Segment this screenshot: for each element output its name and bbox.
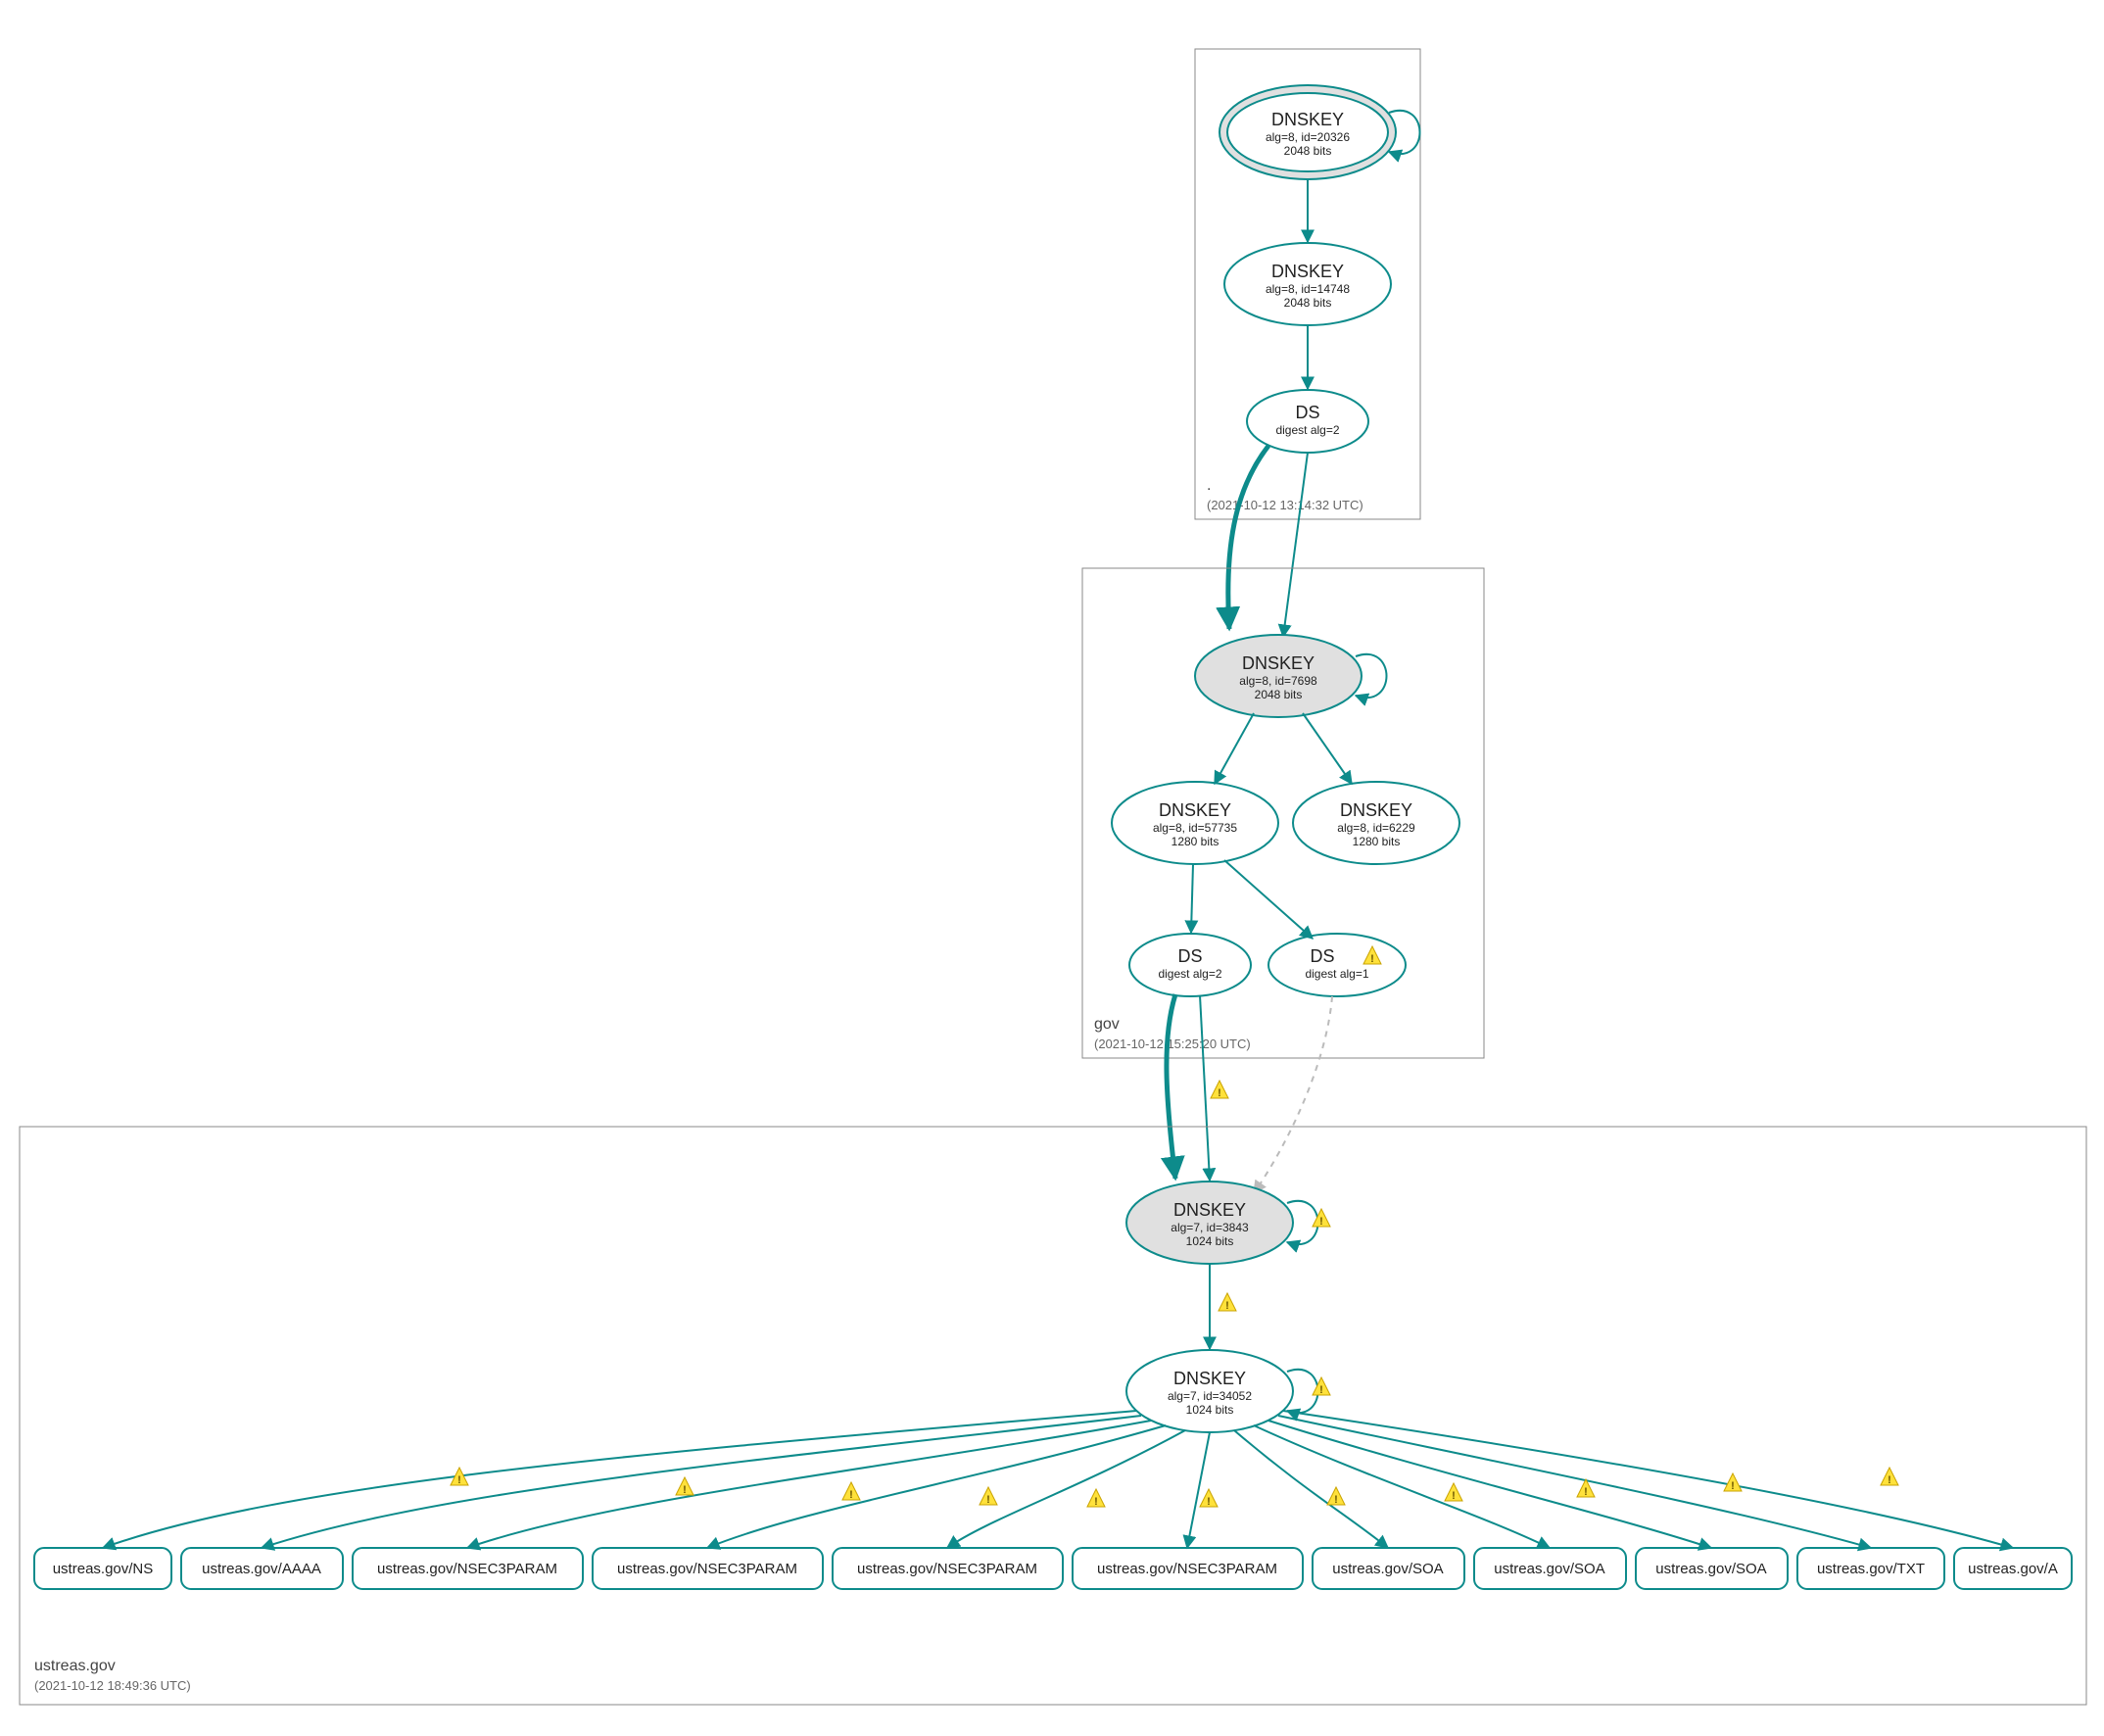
rrset-box: ustreas.gov/A xyxy=(1954,1548,2072,1589)
svg-text:1024 bits: 1024 bits xyxy=(1186,1403,1234,1417)
svg-text:2048 bits: 2048 bits xyxy=(1255,688,1303,701)
edge-govds2-ustksk-dashed xyxy=(1254,996,1332,1193)
svg-text:!: ! xyxy=(1370,953,1374,965)
node-root-ds: DS digest alg=2 xyxy=(1247,390,1368,453)
zone-root-label: . xyxy=(1207,477,1211,494)
svg-text:!: ! xyxy=(986,1494,990,1506)
edge-rootds-govksk xyxy=(1283,453,1308,637)
svg-text:DS: DS xyxy=(1295,403,1319,422)
edge-govksk-zsk2 xyxy=(1303,713,1352,784)
svg-text:DNSKEY: DNSKEY xyxy=(1173,1369,1246,1388)
svg-text:1024 bits: 1024 bits xyxy=(1186,1234,1234,1248)
node-gov-zsk1: DNSKEY alg=8, id=57735 1280 bits xyxy=(1112,782,1278,864)
rrset-box: ustreas.gov/AAAA xyxy=(181,1548,343,1589)
zone-ustreas-timestamp: (2021-10-12 18:49:36 UTC) xyxy=(34,1678,191,1693)
svg-text:!: ! xyxy=(1584,1486,1588,1498)
svg-text:!: ! xyxy=(1094,1496,1098,1508)
zone-root: . (2021-10-12 13:14:32 UTC) DNSKEY alg=8… xyxy=(1195,49,1420,519)
svg-text:ustreas.gov/NS: ustreas.gov/NS xyxy=(53,1561,154,1577)
svg-text:alg=7, id=34052: alg=7, id=34052 xyxy=(1168,1389,1252,1403)
zone-gov: gov (2021-10-12 15:25:20 UTC) DNSKEY alg… xyxy=(1082,568,1484,1058)
zone-ustreas: ustreas.gov (2021-10-12 18:49:36 UTC) DN… xyxy=(20,1127,2086,1705)
svg-text:!: ! xyxy=(1225,1300,1229,1312)
warning-icon: ! xyxy=(1211,1081,1228,1099)
rrset-box: ustreas.gov/NSEC3PARAM xyxy=(593,1548,823,1589)
svg-text:alg=7, id=3843: alg=7, id=3843 xyxy=(1171,1221,1249,1234)
edge-zsk1-ds2 xyxy=(1224,860,1313,939)
edge-rootds-govksk-bold xyxy=(1228,446,1268,629)
svg-text:!: ! xyxy=(1731,1480,1735,1492)
svg-text:alg=8, id=7698: alg=8, id=7698 xyxy=(1239,674,1317,688)
svg-text:DNSKEY: DNSKEY xyxy=(1271,262,1344,281)
rrset-box: ustreas.gov/SOA xyxy=(1313,1548,1464,1589)
dnssec-graph: . (2021-10-12 13:14:32 UTC) DNSKEY alg=8… xyxy=(0,0,2104,1736)
svg-text:ustreas.gov/SOA: ustreas.gov/SOA xyxy=(1494,1561,1604,1577)
svg-text:2048 bits: 2048 bits xyxy=(1284,296,1332,310)
svg-text:!: ! xyxy=(683,1484,687,1496)
svg-text:ustreas.gov/AAAA: ustreas.gov/AAAA xyxy=(202,1561,321,1577)
warning-icon: ! xyxy=(1219,1293,1236,1312)
svg-text:ustreas.gov/A: ustreas.gov/A xyxy=(1968,1561,2058,1577)
zone-ustreas-label: ustreas.gov xyxy=(34,1658,116,1674)
svg-text:digest alg=1: digest alg=1 xyxy=(1305,967,1368,981)
rrset-box: ustreas.gov/NSEC3PARAM xyxy=(833,1548,1063,1589)
node-gov-ksk: DNSKEY alg=8, id=7698 2048 bits xyxy=(1195,635,1387,717)
svg-text:alg=8, id=14748: alg=8, id=14748 xyxy=(1266,282,1350,296)
svg-text:!: ! xyxy=(457,1474,461,1486)
svg-text:alg=8, id=57735: alg=8, id=57735 xyxy=(1153,821,1237,835)
svg-text:!: ! xyxy=(1319,1216,1323,1228)
rrset-box: ustreas.gov/SOA xyxy=(1474,1548,1626,1589)
svg-text:digest alg=2: digest alg=2 xyxy=(1275,423,1339,437)
svg-text:!: ! xyxy=(1452,1490,1456,1502)
svg-text:alg=8, id=20326: alg=8, id=20326 xyxy=(1266,130,1350,144)
rrset-box: ustreas.gov/TXT xyxy=(1797,1548,1944,1589)
zone-gov-timestamp: (2021-10-12 15:25:20 UTC) xyxy=(1094,1037,1251,1051)
svg-text:ustreas.gov/TXT: ustreas.gov/TXT xyxy=(1817,1561,1925,1577)
rrset-row: ustreas.gov/NS ustreas.gov/AAAA ustreas.… xyxy=(34,1548,2072,1589)
svg-text:DS: DS xyxy=(1310,946,1334,966)
edge-govds1-ustksk-bold xyxy=(1167,994,1175,1179)
rrset-box: ustreas.gov/NSEC3PARAM xyxy=(1073,1548,1303,1589)
svg-text:ustreas.gov/NSEC3PARAM: ustreas.gov/NSEC3PARAM xyxy=(857,1561,1037,1577)
svg-text:ustreas.gov/NSEC3PARAM: ustreas.gov/NSEC3PARAM xyxy=(617,1561,797,1577)
svg-text:DNSKEY: DNSKEY xyxy=(1271,110,1344,129)
svg-text:!: ! xyxy=(1334,1494,1338,1506)
svg-text:!: ! xyxy=(1207,1496,1211,1508)
zone-gov-label: gov xyxy=(1094,1016,1120,1033)
svg-text:ustreas.gov/SOA: ustreas.gov/SOA xyxy=(1655,1561,1766,1577)
svg-text:DNSKEY: DNSKEY xyxy=(1159,800,1231,820)
node-gov-ds2: DS digest alg=1 ! xyxy=(1268,934,1406,996)
edge-govksk-zsk1 xyxy=(1215,713,1254,784)
svg-text:!: ! xyxy=(1319,1384,1323,1396)
node-gov-zsk2: DNSKEY alg=8, id=6229 1280 bits xyxy=(1293,782,1459,864)
rrset-box: ustreas.gov/NSEC3PARAM xyxy=(353,1548,583,1589)
node-gov-ds1: DS digest alg=2 xyxy=(1129,934,1251,996)
svg-text:DNSKEY: DNSKEY xyxy=(1173,1200,1246,1220)
svg-text:ustreas.gov/SOA: ustreas.gov/SOA xyxy=(1332,1561,1443,1577)
svg-text:1280 bits: 1280 bits xyxy=(1172,835,1219,848)
fanout-edges xyxy=(103,1411,2013,1548)
svg-text:DNSKEY: DNSKEY xyxy=(1242,653,1315,673)
svg-text:1280 bits: 1280 bits xyxy=(1353,835,1401,848)
zone-root-timestamp: (2021-10-12 13:14:32 UTC) xyxy=(1207,498,1363,512)
svg-text:!: ! xyxy=(1218,1087,1221,1099)
svg-text:2048 bits: 2048 bits xyxy=(1284,144,1332,158)
svg-text:digest alg=2: digest alg=2 xyxy=(1158,967,1221,981)
rrset-box: ustreas.gov/SOA xyxy=(1636,1548,1788,1589)
svg-text:ustreas.gov/NSEC3PARAM: ustreas.gov/NSEC3PARAM xyxy=(1097,1561,1277,1577)
svg-text:ustreas.gov/NSEC3PARAM: ustreas.gov/NSEC3PARAM xyxy=(377,1561,557,1577)
svg-text:DS: DS xyxy=(1177,946,1202,966)
svg-text:alg=8, id=6229: alg=8, id=6229 xyxy=(1337,821,1415,835)
node-root-zsk: DNSKEY alg=8, id=14748 2048 bits xyxy=(1224,243,1391,325)
svg-text:!: ! xyxy=(1888,1474,1891,1486)
node-root-ksk: DNSKEY alg=8, id=20326 2048 bits xyxy=(1219,85,1420,179)
rrset-box: ustreas.gov/NS xyxy=(34,1548,171,1589)
edge-zsk1-ds1 xyxy=(1191,864,1193,933)
svg-text:!: ! xyxy=(849,1489,853,1501)
node-ust-ksk: DNSKEY alg=7, id=3843 1024 bits ! xyxy=(1126,1181,1330,1264)
svg-text:DNSKEY: DNSKEY xyxy=(1340,800,1412,820)
edge-govds1-ustksk xyxy=(1200,995,1210,1181)
